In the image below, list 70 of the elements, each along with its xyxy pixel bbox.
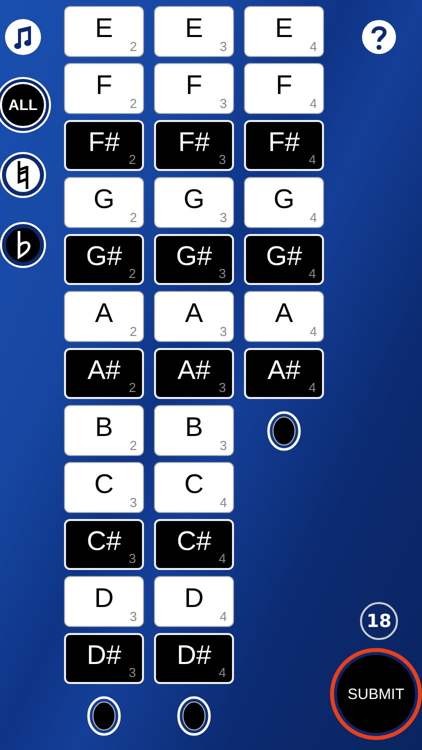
octave-number: 4 — [308, 152, 316, 167]
note-key[interactable]: G 3 — [154, 177, 234, 228]
note-key[interactable]: E 2 — [64, 6, 144, 57]
note-key[interactable]: B 2 — [64, 405, 144, 456]
octave-number: 2 — [130, 324, 137, 339]
note-key[interactable]: D 3 — [64, 576, 144, 627]
note-key[interactable]: D# 3 — [64, 633, 144, 684]
note-key[interactable]: B 3 — [154, 405, 234, 456]
octave-number: 3 — [220, 324, 227, 339]
note-key[interactable]: A 2 — [64, 291, 144, 342]
round-button-icon[interactable] — [267, 411, 301, 451]
octave-number: 4 — [310, 39, 317, 54]
octave-number: 2 — [130, 96, 137, 111]
octave-number: 3 — [218, 152, 226, 167]
note-key[interactable]: G 4 — [244, 177, 324, 228]
note-key[interactable]: F 3 — [154, 63, 234, 114]
note-key[interactable]: G# 2 — [64, 234, 144, 285]
round-button-icon[interactable] — [87, 696, 121, 736]
octave-number: 4 — [308, 266, 316, 281]
flat-sign-icon[interactable] — [0, 222, 46, 268]
octave-number: 4 — [308, 380, 316, 395]
note-key[interactable]: A 4 — [244, 291, 324, 342]
octave-number: 3 — [220, 39, 227, 54]
natural-sign-icon[interactable] — [0, 152, 46, 198]
octave-number: 3 — [220, 210, 227, 225]
counter-badge: 18 — [360, 602, 398, 640]
note-key[interactable]: F# 2 — [64, 120, 144, 171]
octave-number: 4 — [310, 210, 317, 225]
octave-number: 3 — [218, 266, 226, 281]
octave-number: 3 — [130, 609, 137, 624]
note-key[interactable]: C 3 — [64, 462, 144, 513]
note-key[interactable]: D# 4 — [154, 633, 234, 684]
round-button-icon[interactable] — [177, 696, 211, 736]
octave-number: 2 — [128, 152, 136, 167]
note-key[interactable]: F 2 — [64, 63, 144, 114]
octave-number: 4 — [218, 551, 226, 566]
note-key[interactable]: A# 4 — [244, 348, 324, 399]
note-key[interactable]: F 4 — [244, 63, 324, 114]
note-key[interactable]: C 4 — [154, 462, 234, 513]
octave-number: 4 — [310, 96, 317, 111]
octave-number: 4 — [220, 609, 227, 624]
octave-number: 4 — [310, 324, 317, 339]
note-key[interactable]: A# 2 — [64, 348, 144, 399]
octave-number: 3 — [220, 96, 227, 111]
help-icon[interactable] — [362, 20, 396, 54]
octave-number: 3 — [130, 495, 137, 510]
octave-number: 2 — [130, 210, 137, 225]
octave-number: 2 — [128, 266, 136, 281]
note-key[interactable]: F# 4 — [244, 120, 324, 171]
note-key[interactable]: E 4 — [244, 6, 324, 57]
note-key[interactable]: C# 3 — [64, 519, 144, 570]
note-key[interactable]: D 4 — [154, 576, 234, 627]
octave-number: 2 — [130, 39, 137, 54]
note-key[interactable]: G# 4 — [244, 234, 324, 285]
octave-number: 4 — [220, 495, 227, 510]
octave-number: 2 — [128, 380, 136, 395]
note-key[interactable]: G# 3 — [154, 234, 234, 285]
note-key[interactable]: A# 3 — [154, 348, 234, 399]
note-key[interactable]: G 2 — [64, 177, 144, 228]
octave-number: 3 — [128, 551, 136, 566]
note-key[interactable]: C# 4 — [154, 519, 234, 570]
note-key[interactable]: F# 3 — [154, 120, 234, 171]
octave-number: 3 — [128, 665, 136, 680]
note-key[interactable]: E 3 — [154, 6, 234, 57]
octave-number: 3 — [220, 438, 227, 453]
octave-number: 2 — [130, 438, 137, 453]
music-note-icon[interactable] — [5, 19, 41, 55]
octave-number: 4 — [218, 665, 226, 680]
octave-number: 3 — [218, 380, 226, 395]
note-key[interactable]: A 3 — [154, 291, 234, 342]
